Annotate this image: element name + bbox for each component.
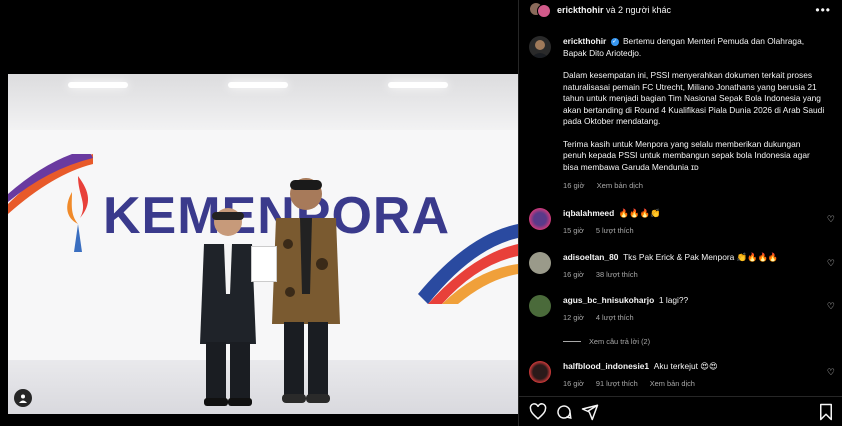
more-icon[interactable]: ••• <box>815 3 831 17</box>
comment-time: 12 giờ <box>563 313 584 322</box>
comment-time: 16 giờ <box>563 379 584 388</box>
view-replies-label[interactable]: Xem câu trả lời (2) <box>589 337 650 346</box>
heart-icon[interactable]: ♡ <box>827 301 835 312</box>
replies-line <box>563 341 581 342</box>
avatar[interactable] <box>529 361 551 383</box>
comment-item: iqbalahmeed 🔥🔥🔥👏 15 giờ 5 lượt thích ♡ <box>529 208 842 236</box>
comment-meta: 12 giờ 4 lượt thích <box>563 312 813 323</box>
comment-username[interactable]: halfblood_indonesie1 <box>563 361 649 371</box>
swoosh-graphic-right <box>418 224 518 304</box>
verified-badge-icon: ✓ <box>610 37 619 46</box>
comment-body: adisoeltan_80 Tks Pak Erick & Pak Menpor… <box>563 252 813 280</box>
caption-paragraph: Dalam kesempatan ini, PSSI menyerahkan d… <box>563 70 825 126</box>
ceiling-light <box>68 82 128 88</box>
caption-meta: 16 giờ Xem bản dịch <box>563 180 825 192</box>
comment-item: agus_bc_hnisukoharjo 1 lagi?? 12 giờ 4 lư… <box>529 295 842 323</box>
comment-username[interactable]: iqbalahmeed <box>563 208 614 218</box>
post-header: erickthohir và 2 người khác ••• <box>519 0 842 20</box>
comment-meta: 16 giờ 38 lượt thích <box>563 269 813 280</box>
heart-icon[interactable] <box>529 403 547 421</box>
post-media-pane: KEMENPORA <box>0 0 518 426</box>
comment-username[interactable]: adisoeltan_80 <box>563 252 618 262</box>
comment-likes[interactable]: 4 lượt thích <box>596 313 634 322</box>
comment-text: 1 lagi?? <box>658 295 689 305</box>
caption-paragraph: Terima kasih untuk Menpora yang selalu m… <box>563 138 810 172</box>
photo-ceiling <box>8 74 518 130</box>
avatar <box>537 4 551 18</box>
ceiling-light <box>388 82 448 88</box>
comment-body: halfblood_indonesie1 Aku terkejut 😍😍 16 … <box>563 361 813 389</box>
avatar[interactable] <box>529 252 551 274</box>
heart-icon[interactable]: ♡ <box>827 367 835 378</box>
share-icon[interactable] <box>581 403 599 421</box>
comment-time: 16 giờ <box>563 270 584 279</box>
header-authors[interactable]: erickthohir và 2 người khác <box>557 5 671 15</box>
comment-likes[interactable]: 38 lượt thích <box>596 270 638 279</box>
comment-username[interactable]: agus_bc_hnisukoharjo <box>563 295 654 305</box>
person-right <box>272 178 340 403</box>
comment-item: adisoeltan_80 Tks Pak Erick & Pak Menpor… <box>529 252 842 280</box>
bookmark-icon[interactable] <box>817 403 835 421</box>
comment-item: halfblood_indonesie1 Aku terkejut 😍😍 16 … <box>529 361 842 389</box>
comment-meta: 15 giờ 5 lượt thích <box>563 225 813 236</box>
kemenpora-flame-logo <box>67 176 89 252</box>
photo-floor <box>8 360 518 414</box>
view-replies-link[interactable]: Xem câu trả lời (2) <box>563 337 650 346</box>
translate-link[interactable]: Xem bản dịch <box>650 379 695 388</box>
user-tag-icon[interactable] <box>14 389 32 407</box>
comment-likes[interactable]: 91 lượt thích <box>596 379 638 388</box>
document-paper <box>251 246 277 282</box>
post-caption: erickthohir ✓ Bertemu dengan Menteri Pem… <box>529 36 829 192</box>
comment-body: iqbalahmeed 🔥🔥🔥👏 15 giờ 5 lượt thích <box>563 208 813 236</box>
heart-icon[interactable]: ♡ <box>827 258 835 269</box>
comment-text: 🔥🔥🔥👏 <box>618 208 661 218</box>
avatar[interactable] <box>529 208 551 230</box>
translate-link[interactable]: Xem bản dịch <box>597 181 643 190</box>
comment-text: Tks Pak Erick & Pak Menpora 👏🔥🔥🔥 <box>623 252 779 262</box>
post-photo[interactable]: KEMENPORA <box>8 74 518 414</box>
caption-time: 16 giờ <box>563 181 585 190</box>
comment-likes[interactable]: 5 lượt thích <box>596 226 634 235</box>
person-left <box>200 208 256 406</box>
post-side-panel: erickthohir và 2 người khác ••• ericktho… <box>518 0 842 426</box>
comment-body: agus_bc_hnisukoharjo 1 lagi?? 12 giờ 4 lư… <box>563 295 813 323</box>
ceiling-light <box>228 82 288 88</box>
header-avatar-stack[interactable] <box>529 2 551 18</box>
header-username[interactable]: erickthohir <box>557 5 604 15</box>
comment-text: Aku terkejut 😍😍 <box>653 361 718 371</box>
avatar[interactable] <box>529 36 551 58</box>
caption-username[interactable]: erickthohir <box>563 36 606 46</box>
heart-icon[interactable]: ♡ <box>827 214 835 225</box>
comment-icon[interactable] <box>555 403 573 421</box>
header-others[interactable]: và 2 người khác <box>606 5 671 15</box>
comment-meta: 16 giờ 91 lượt thích Xem bản dịch <box>563 378 813 389</box>
avatar[interactable] <box>529 295 551 317</box>
comment-time: 15 giờ <box>563 226 584 235</box>
action-bar <box>519 396 842 426</box>
caption-body: erickthohir ✓ Bertemu dengan Menteri Pem… <box>563 36 825 192</box>
